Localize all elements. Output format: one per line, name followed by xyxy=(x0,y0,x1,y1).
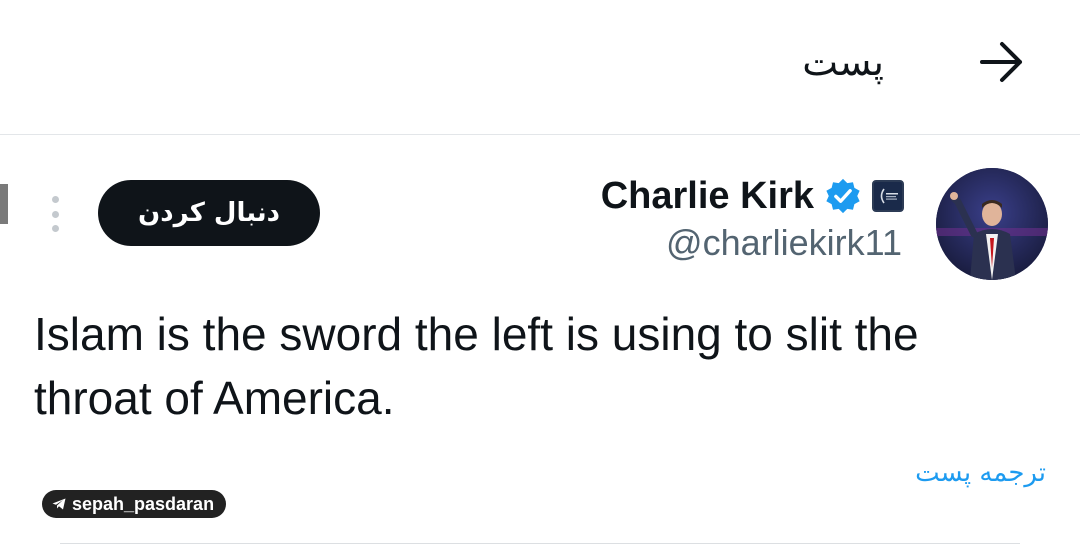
watermark-text: sepah_pasdaran xyxy=(72,493,215,514)
verified-badge-icon[interactable] xyxy=(824,177,862,215)
author-display-name[interactable]: Charlie Kirk xyxy=(601,175,814,218)
translate-post-link[interactable]: ترجمه پست xyxy=(915,458,1046,488)
follow-button[interactable]: دنبال کردن xyxy=(98,180,320,246)
author-handle[interactable]: @charliekirk11 xyxy=(666,222,902,264)
avatar[interactable] xyxy=(936,168,1048,280)
telegram-icon xyxy=(52,498,66,510)
back-button[interactable] xyxy=(976,38,1028,86)
top-bar: پست xyxy=(0,0,1080,135)
page-title: پست xyxy=(802,40,884,84)
arrow-right-icon xyxy=(980,42,1022,82)
divider xyxy=(60,543,1020,544)
organization-badge-icon[interactable] xyxy=(872,180,904,212)
tweet-text: Islam is the sword the left is using to … xyxy=(34,308,919,424)
more-vertical-icon xyxy=(51,196,59,203)
watermark: sepah_pasdaran xyxy=(42,490,227,518)
more-options-button[interactable] xyxy=(44,192,66,236)
edge-marker xyxy=(0,184,8,224)
author-name-row: Charlie Kirk xyxy=(601,168,904,224)
avatar-image xyxy=(936,168,1048,280)
